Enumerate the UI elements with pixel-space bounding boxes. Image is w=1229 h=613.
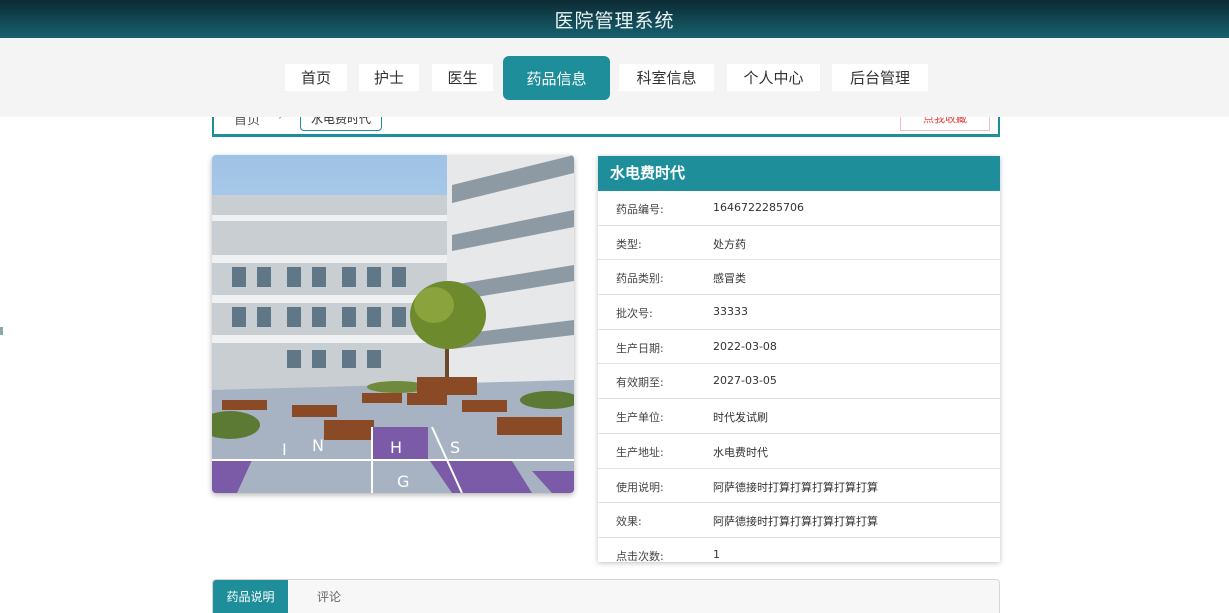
breadcrumb-current: 水电费时代 (300, 117, 383, 131)
row-label: 使用说明: (616, 480, 664, 494)
row-value: 处方药 (713, 237, 746, 251)
site-title: 医院管理系统 (554, 10, 675, 32)
nav-drug-info[interactable]: 药品信息 (503, 56, 610, 100)
row-value: 水电费时代 (713, 445, 768, 459)
favorite-button[interactable]: 点我收藏 (900, 117, 990, 131)
detail-row: 生产地址: 水电费时代 (598, 434, 1000, 469)
drug-image: H S G I N (212, 155, 574, 493)
detail-row: 批次号: 33333 (598, 295, 1000, 330)
detail-row: 生产单位: 时代发试刷 (598, 399, 1000, 434)
row-value: 2022-03-08 (713, 339, 777, 353)
detail-tabs: 药品说明 评论 (212, 579, 1000, 613)
detail-row: 药品编号: 1646722285706 (598, 191, 1000, 226)
row-value: 时代发试刷 (713, 411, 768, 425)
detail-row: 药品类别: 感冒类 (598, 260, 1000, 296)
drug-detail-panel: 水电费时代 药品编号: 1646722285706 类型: 处方药 药品类别: 感冒类… (598, 156, 1000, 563)
detail-row: 类型: 处方药 (598, 226, 1000, 261)
row-label: 生产日期: (616, 341, 664, 355)
nav-home[interactable]: 首页 (285, 64, 347, 91)
row-label: 生产单位: (616, 411, 664, 425)
detail-row: 有效期至: 2027-03-05 (598, 364, 1000, 400)
row-label: 效果: (616, 515, 642, 529)
nav-doctor[interactable]: 医生 (432, 64, 493, 91)
nav-nurse[interactable]: 护士 (359, 64, 419, 91)
nav-department-info[interactable]: 科室信息 (619, 64, 714, 91)
detail-row: 效果: 阿萨德接时打算打算打算打算打算 (598, 503, 1000, 538)
main-navigation: 首页 护士 医生 药品信息 科室信息 个人中心 后台管理 (0, 38, 1229, 117)
row-value: 感冒类 (713, 272, 746, 286)
row-value: 33333 (713, 305, 748, 319)
svg-text:I: I (282, 440, 287, 459)
row-value: 1646722285706 (713, 201, 804, 214)
row-label: 点击次数: (616, 549, 664, 563)
detail-row: 点击次数: 1 (598, 538, 1000, 572)
row-value: 2027-03-05 (713, 374, 777, 388)
drug-title: 水电费时代 (598, 156, 1000, 191)
row-value: 阿萨德接时打算打算打算打算打算 (713, 480, 878, 494)
tab-drug-description[interactable]: 药品说明 (213, 580, 288, 613)
top-header-bar: 医院管理系统 (0, 0, 1229, 38)
row-label: 有效期至: (616, 376, 664, 390)
row-value: 阿萨德接时打算打算打算打算打算 (713, 515, 878, 529)
row-label: 类型: (616, 237, 642, 251)
svg-text:S: S (450, 438, 460, 457)
nav-personal-center[interactable]: 个人中心 (727, 64, 820, 91)
breadcrumb-home[interactable]: 首页 (234, 117, 260, 128)
breadcrumb: 首页 › 水电费时代 点我收藏 (212, 117, 1000, 137)
breadcrumb-separator: › (278, 117, 283, 124)
row-label: 药品类别: (616, 272, 664, 286)
detail-row: 使用说明: 阿萨德接时打算打算打算打算打算 (598, 469, 1000, 504)
svg-text:G: G (397, 472, 409, 491)
row-label: 药品编号: (616, 203, 664, 216)
tab-comments[interactable]: 评论 (317, 580, 341, 613)
svg-text:N: N (312, 436, 324, 455)
row-label: 批次号: (616, 307, 653, 321)
row-label: 生产地址: (616, 445, 664, 459)
nav-admin[interactable]: 后台管理 (832, 64, 928, 91)
window-edge-handle (0, 327, 3, 335)
svg-text:H: H (390, 438, 402, 457)
detail-row: 生产日期: 2022-03-08 (598, 330, 1000, 365)
row-value: 1 (713, 547, 720, 561)
